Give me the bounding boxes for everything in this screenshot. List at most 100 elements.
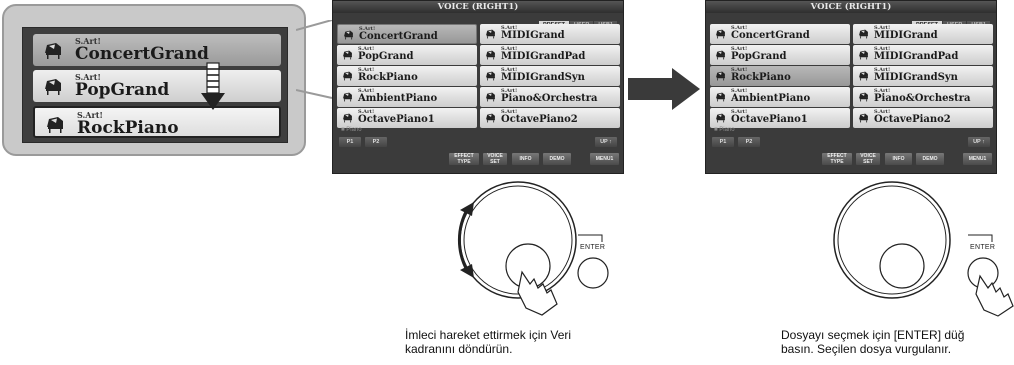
- caption-left-line1: İmleci hareket ettirmek için Veri: [405, 328, 572, 342]
- piano-icon: [342, 91, 353, 102]
- screen-title: VOICE (RIGHT1): [706, 1, 996, 13]
- piano-icon: [715, 28, 726, 39]
- voice-name: OctavePiano1: [358, 114, 435, 125]
- voice-name: AmbientPiano: [358, 93, 438, 104]
- zoom-voice-concertgrand[interactable]: S.Art! ConcertGrand: [33, 34, 281, 66]
- enter-label-left: ENTER: [580, 244, 606, 251]
- caption-right-line2: basın. Seçilen dosya vurgulanır.: [781, 342, 952, 356]
- voice-button[interactable]: S.Art! Piano&Orchestra: [853, 87, 993, 107]
- voice-set-button[interactable]: VOICE SET: [483, 153, 507, 165]
- piano-icon: [485, 70, 496, 81]
- piano-icon: [343, 29, 354, 40]
- enter-label-right: ENTER: [970, 244, 996, 251]
- voice-name: MIDIGrand: [501, 30, 565, 41]
- piano-icon: [715, 112, 726, 123]
- voice-button[interactable]: S.Art! MIDIGrandSyn: [480, 66, 620, 86]
- voice-name: MIDIGrandSyn: [501, 72, 585, 83]
- voice-button[interactable]: S.Art! PopGrand: [710, 45, 850, 65]
- voice-name: PopGrand: [75, 80, 170, 100]
- voice-name: ConcertGrand: [731, 30, 810, 41]
- voice-name: PopGrand: [358, 51, 414, 62]
- voice-button-selected[interactable]: S.Art! RockPiano: [710, 66, 850, 86]
- voice-name: MIDIGrandSyn: [874, 72, 958, 83]
- piano-icon: [858, 91, 869, 102]
- piano-icon: [858, 28, 869, 39]
- piano-icon: [858, 70, 869, 81]
- voice-name: MIDIGrand: [874, 30, 938, 41]
- voice-button[interactable]: S.Art! OctavePiano2: [480, 108, 620, 128]
- folder-path: ■ Piano: [714, 127, 735, 133]
- piano-icon: [485, 91, 496, 102]
- voice-screen-after: VOICE (RIGHT1) PRESETUSERUSB1 S.Art!Conc…: [705, 0, 997, 174]
- tab-bar: PRESETUSERUSB1: [538, 13, 617, 30]
- up-button[interactable]: UP ↑: [968, 137, 990, 147]
- piano-icon: [485, 49, 496, 60]
- voice-button[interactable]: S.Art! RockPiano: [337, 66, 477, 86]
- caption-left-line2: kadranını döndürün.: [405, 342, 513, 356]
- page-button-p2[interactable]: P2: [365, 137, 387, 147]
- voice-name: AmbientPiano: [731, 93, 811, 104]
- zoom-callout: S.Art! ConcertGrand S.Art! PopGrand S.Ar…: [2, 4, 306, 156]
- piano-icon: [342, 49, 353, 60]
- voice-name: OctavePiano2: [874, 114, 951, 125]
- piano-icon: [858, 49, 869, 60]
- voice-button[interactable]: S.Art! MIDIGrandSyn: [853, 66, 993, 86]
- info-button[interactable]: INFO: [885, 153, 912, 165]
- up-label: UP: [600, 139, 608, 145]
- caption-right-line1: Dosyayı seçmek için [ENTER] düğ: [781, 328, 965, 342]
- tab-bar: PRESETUSERUSB1: [911, 13, 990, 30]
- enter-button-icon[interactable]: [577, 234, 609, 289]
- menu1-button[interactable]: MENU1: [590, 153, 619, 165]
- voice-button[interactable]: S.Art! PopGrand: [337, 45, 477, 65]
- caption-right: Dosyayı seçmek için [ENTER] düğ basın. S…: [781, 328, 964, 356]
- folder-path: ■ Piano: [341, 127, 362, 133]
- demo-button[interactable]: DEMO: [916, 153, 944, 165]
- voice-button[interactable]: S.Art! OctavePiano2: [853, 108, 993, 128]
- voice-button[interactable]: S.Art! ConcertGrand: [337, 24, 477, 44]
- voice-screen-before: VOICE (RIGHT1) PRESETUSERUSB1 S.Art!Conc…: [332, 0, 624, 174]
- voice-button[interactable]: S.Art! Piano&Orchestra: [480, 87, 620, 107]
- voice-name: RockPiano: [77, 118, 179, 138]
- effect-type-button[interactable]: EFFECT TYPE: [822, 153, 852, 165]
- demo-button[interactable]: DEMO: [543, 153, 571, 165]
- voice-name: ConcertGrand: [359, 31, 438, 42]
- voice-button[interactable]: S.Art! MIDIGrand: [853, 24, 993, 44]
- voice-button[interactable]: S.Art! AmbientPiano: [337, 87, 477, 107]
- piano-icon: [715, 70, 726, 81]
- page-button-p1[interactable]: P1: [712, 137, 734, 147]
- up-button[interactable]: UP ↑: [595, 137, 617, 147]
- zoom-voice-list: S.Art! ConcertGrand S.Art! PopGrand S.Ar…: [22, 27, 288, 143]
- right-arrow-icon: [628, 68, 700, 110]
- menu1-button[interactable]: MENU1: [963, 153, 992, 165]
- voice-name: Piano&Orchestra: [874, 93, 971, 104]
- voice-button[interactable]: S.Art! MIDIGrandPad: [480, 45, 620, 65]
- voice-set-button[interactable]: VOICE SET: [856, 153, 880, 165]
- piano-icon: [485, 28, 496, 39]
- effect-type-button[interactable]: EFFECT TYPE: [449, 153, 479, 165]
- folder-icon: ■: [341, 127, 345, 133]
- voice-button[interactable]: S.Art! AmbientPiano: [710, 87, 850, 107]
- up-label: UP: [973, 139, 981, 145]
- voice-name: MIDIGrandPad: [874, 51, 959, 62]
- folder-name: Piano: [719, 127, 735, 133]
- voice-button[interactable]: S.Art! OctavePiano1: [337, 108, 477, 128]
- zoom-voice-popgrand[interactable]: S.Art! PopGrand: [33, 70, 281, 102]
- voice-button[interactable]: S.Art! MIDIGrandPad: [853, 45, 993, 65]
- piano-icon: [858, 112, 869, 123]
- voice-name: ConcertGrand: [75, 44, 209, 64]
- folder-icon: ■: [714, 127, 718, 133]
- voice-button[interactable]: S.Art! OctavePiano1: [710, 108, 850, 128]
- page-button-p1[interactable]: P1: [339, 137, 361, 147]
- screen-title: VOICE (RIGHT1): [333, 1, 623, 13]
- voice-name: MIDIGrandPad: [501, 51, 586, 62]
- voice-button[interactable]: S.Art! ConcertGrand: [710, 24, 850, 44]
- voice-name: RockPiano: [731, 72, 791, 83]
- zoom-voice-rockpiano[interactable]: S.Art! RockPiano: [33, 106, 281, 138]
- page-button-p2[interactable]: P2: [738, 137, 760, 147]
- info-button[interactable]: INFO: [512, 153, 539, 165]
- voice-name: OctavePiano2: [501, 114, 578, 125]
- voice-button[interactable]: S.Art! MIDIGrand: [480, 24, 620, 44]
- folder-name: Piano: [346, 127, 362, 133]
- piano-icon: [342, 112, 353, 123]
- piano-icon: [715, 91, 726, 102]
